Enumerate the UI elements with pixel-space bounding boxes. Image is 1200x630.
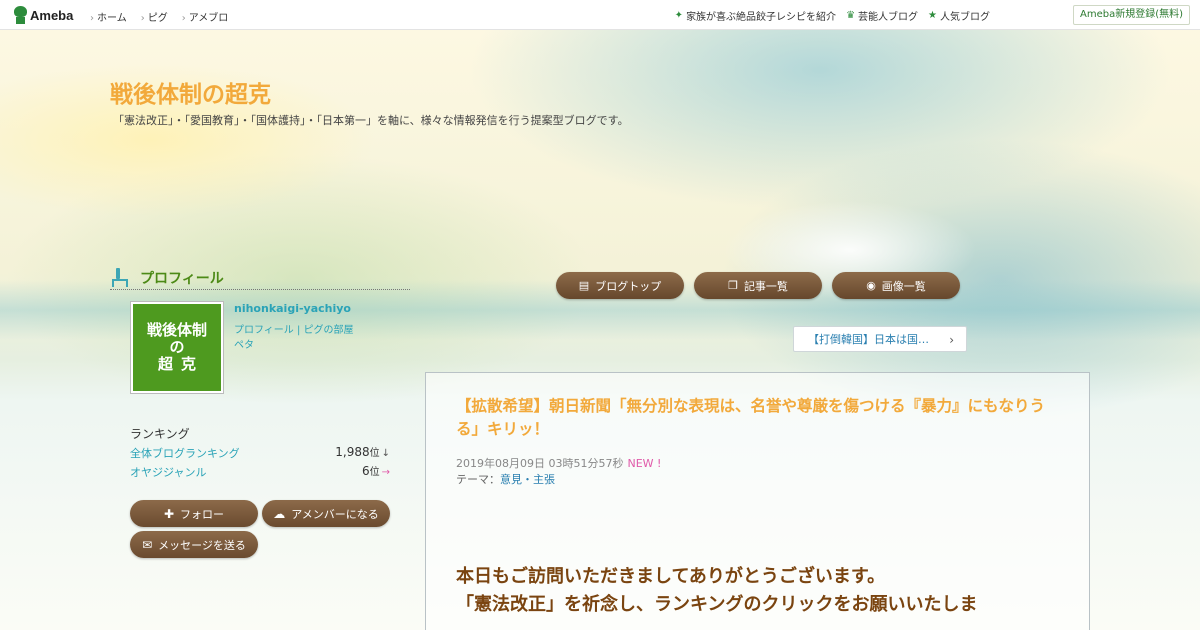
ranking-name-link[interactable]: オヤジジャンル (130, 464, 206, 480)
adjacent-entry-link[interactable]: 【打倒韓国】日本は国… › (793, 326, 967, 352)
ranking-row-genre: オヤジジャンル 6位 → (130, 463, 390, 479)
avatar[interactable]: 戦後体制 の 超克 (130, 301, 224, 394)
nav-ameblo-link[interactable]: アメブロ (182, 9, 229, 24)
ranking-value: 1,988位 ↓ (335, 444, 390, 459)
follow-button[interactable]: ✚ フォロー (130, 500, 258, 527)
ameba-logo-icon (13, 6, 28, 24)
ranking-unit: 位 (369, 467, 380, 478)
copy-icon: ❐ (728, 279, 738, 292)
header-links: ✦ 家族が喜ぶ絶品餃子レシピを紹介 ♛ 芸能人ブログ ★ 人気ブログ (675, 8, 990, 23)
popular-blog-label: 人気ブログ (940, 12, 990, 23)
message-label: メッセージを送る (158, 538, 246, 552)
mail-icon: ✉ (142, 537, 153, 552)
article-date: 2019年08月09日 03時51分57秒 NEW ! (456, 455, 661, 471)
avatar-text-line: 超克 (157, 355, 204, 374)
image-list-label: 画像一覧 (881, 279, 926, 293)
image-list-button[interactable]: ◉ 画像一覧 (832, 272, 960, 299)
avatar-text-line: 戦後体制 (146, 320, 207, 339)
star-icon: ★ (928, 10, 937, 21)
message-button[interactable]: ✉ メッセージを送る (130, 531, 258, 558)
entry-list-label: 記事一覧 (743, 279, 788, 293)
ranking-title: ランキング (130, 427, 190, 441)
article-timestamp: 2019年08月09日 03時51分57秒 (456, 457, 624, 470)
wave-image (650, 160, 1050, 340)
theme-link[interactable]: 意見・主張 (500, 473, 555, 486)
ranking-number: 1,988 (335, 445, 370, 459)
celebrity-blog-label: 芸能人ブログ (858, 12, 919, 23)
blog-top-label: ブログトップ (595, 279, 662, 293)
chat-icon: ☁ (273, 506, 286, 521)
arrow-down-icon: ↓ (381, 448, 390, 459)
amember-label: アメンバーになる (291, 507, 379, 521)
ranking-unit: 位 (369, 448, 380, 459)
nav-pigg-link[interactable]: ピグ (141, 9, 168, 24)
article-body: 本日もご訪問いただきましてありがとうございます。 「憲法改正」を祈念し、ランキン… (456, 563, 1056, 619)
sparkle-icon: ✦ (674, 10, 684, 21)
global-nav: ホーム ピグ アメブロ (90, 9, 228, 24)
ranking-row-overall: 全体ブログランキング 1,988位 ↓ (130, 444, 390, 460)
article-body-line: 本日もご訪問いただきましてありがとうございます。 (456, 566, 886, 587)
peta-link[interactable]: ペタ (234, 336, 254, 351)
blog-description: 「憲法改正」・「愛国教育」・「国体護持」・「日本第一」を軸に、様々な情報発信を行… (113, 114, 629, 127)
avatar-text-line: の (169, 337, 185, 356)
plus-icon: ✚ (163, 506, 175, 521)
follow-label: フォロー (180, 507, 225, 521)
profile-heading-label: プロフィール (140, 271, 224, 287)
profile-name-link[interactable]: nihonkaigi-yachiyo (234, 302, 351, 315)
signup-button[interactable]: Ameba新規登録(無料) (1072, 5, 1190, 25)
ranking-number: 6 (361, 464, 370, 478)
profile-heading: プロフィール (110, 266, 410, 290)
nav-home-link[interactable]: ホーム (90, 9, 127, 24)
amember-button[interactable]: ☁ アメンバーになる (262, 500, 390, 527)
adjacent-entry-label: 【打倒韓国】日本は国… (808, 333, 929, 346)
ranking-name-link[interactable]: 全体ブログランキング (130, 445, 240, 461)
camera-icon: ◉ (866, 279, 876, 292)
crown-icon: ♛ (846, 10, 856, 21)
ranking-value: 6位 → (362, 463, 390, 478)
entry-list-button[interactable]: ❐ 記事一覧 (694, 272, 822, 299)
article-theme: テーマ：意見・主張 (456, 471, 555, 487)
ameba-logo-text: Ameba (30, 7, 74, 23)
document-icon: ▤ (578, 279, 590, 292)
gyoza-recipe-label: 家族が喜ぶ絶品餃子レシピを紹介 (686, 12, 837, 23)
theme-label: テーマ： (456, 473, 500, 486)
new-badge: NEW ! (627, 457, 662, 470)
blog-title[interactable]: 戦後体制の超克 (110, 75, 271, 109)
global-header: Ameba ホーム ピグ アメブロ ✦ 家族が喜ぶ絶品餃子レシピを紹介 ♛ 芸能… (0, 0, 1200, 30)
chair-icon (110, 268, 128, 287)
celebrity-blog-link[interactable]: ♛ 芸能人ブログ (846, 8, 918, 23)
article-card: 【拡散希望】朝日新聞「無分別な表現は、名誉や尊厳を傷つける『暴力』にもなりうる」… (425, 372, 1090, 630)
arrow-right-icon: → (381, 467, 390, 478)
chevron-right-icon: › (949, 333, 954, 347)
popular-blog-link[interactable]: ★ 人気ブログ (928, 8, 990, 23)
avatar-image: 戦後体制 の 超克 (133, 304, 221, 391)
ameba-logo[interactable]: Ameba (13, 6, 73, 24)
profile-room-link[interactable]: プロフィール | ピグの部屋 (234, 321, 354, 336)
blog-top-button[interactable]: ▤ ブログトップ (556, 272, 684, 299)
article-title[interactable]: 【拡散希望】朝日新聞「無分別な表現は、名誉や尊厳を傷つける『暴力』にもなりうる」… (456, 395, 1066, 442)
gyoza-recipe-link[interactable]: ✦ 家族が喜ぶ絶品餃子レシピを紹介 (675, 8, 836, 23)
article-body-line: 「憲法改正」を祈念し、ランキングのクリックをお願いいたしま (456, 593, 978, 615)
